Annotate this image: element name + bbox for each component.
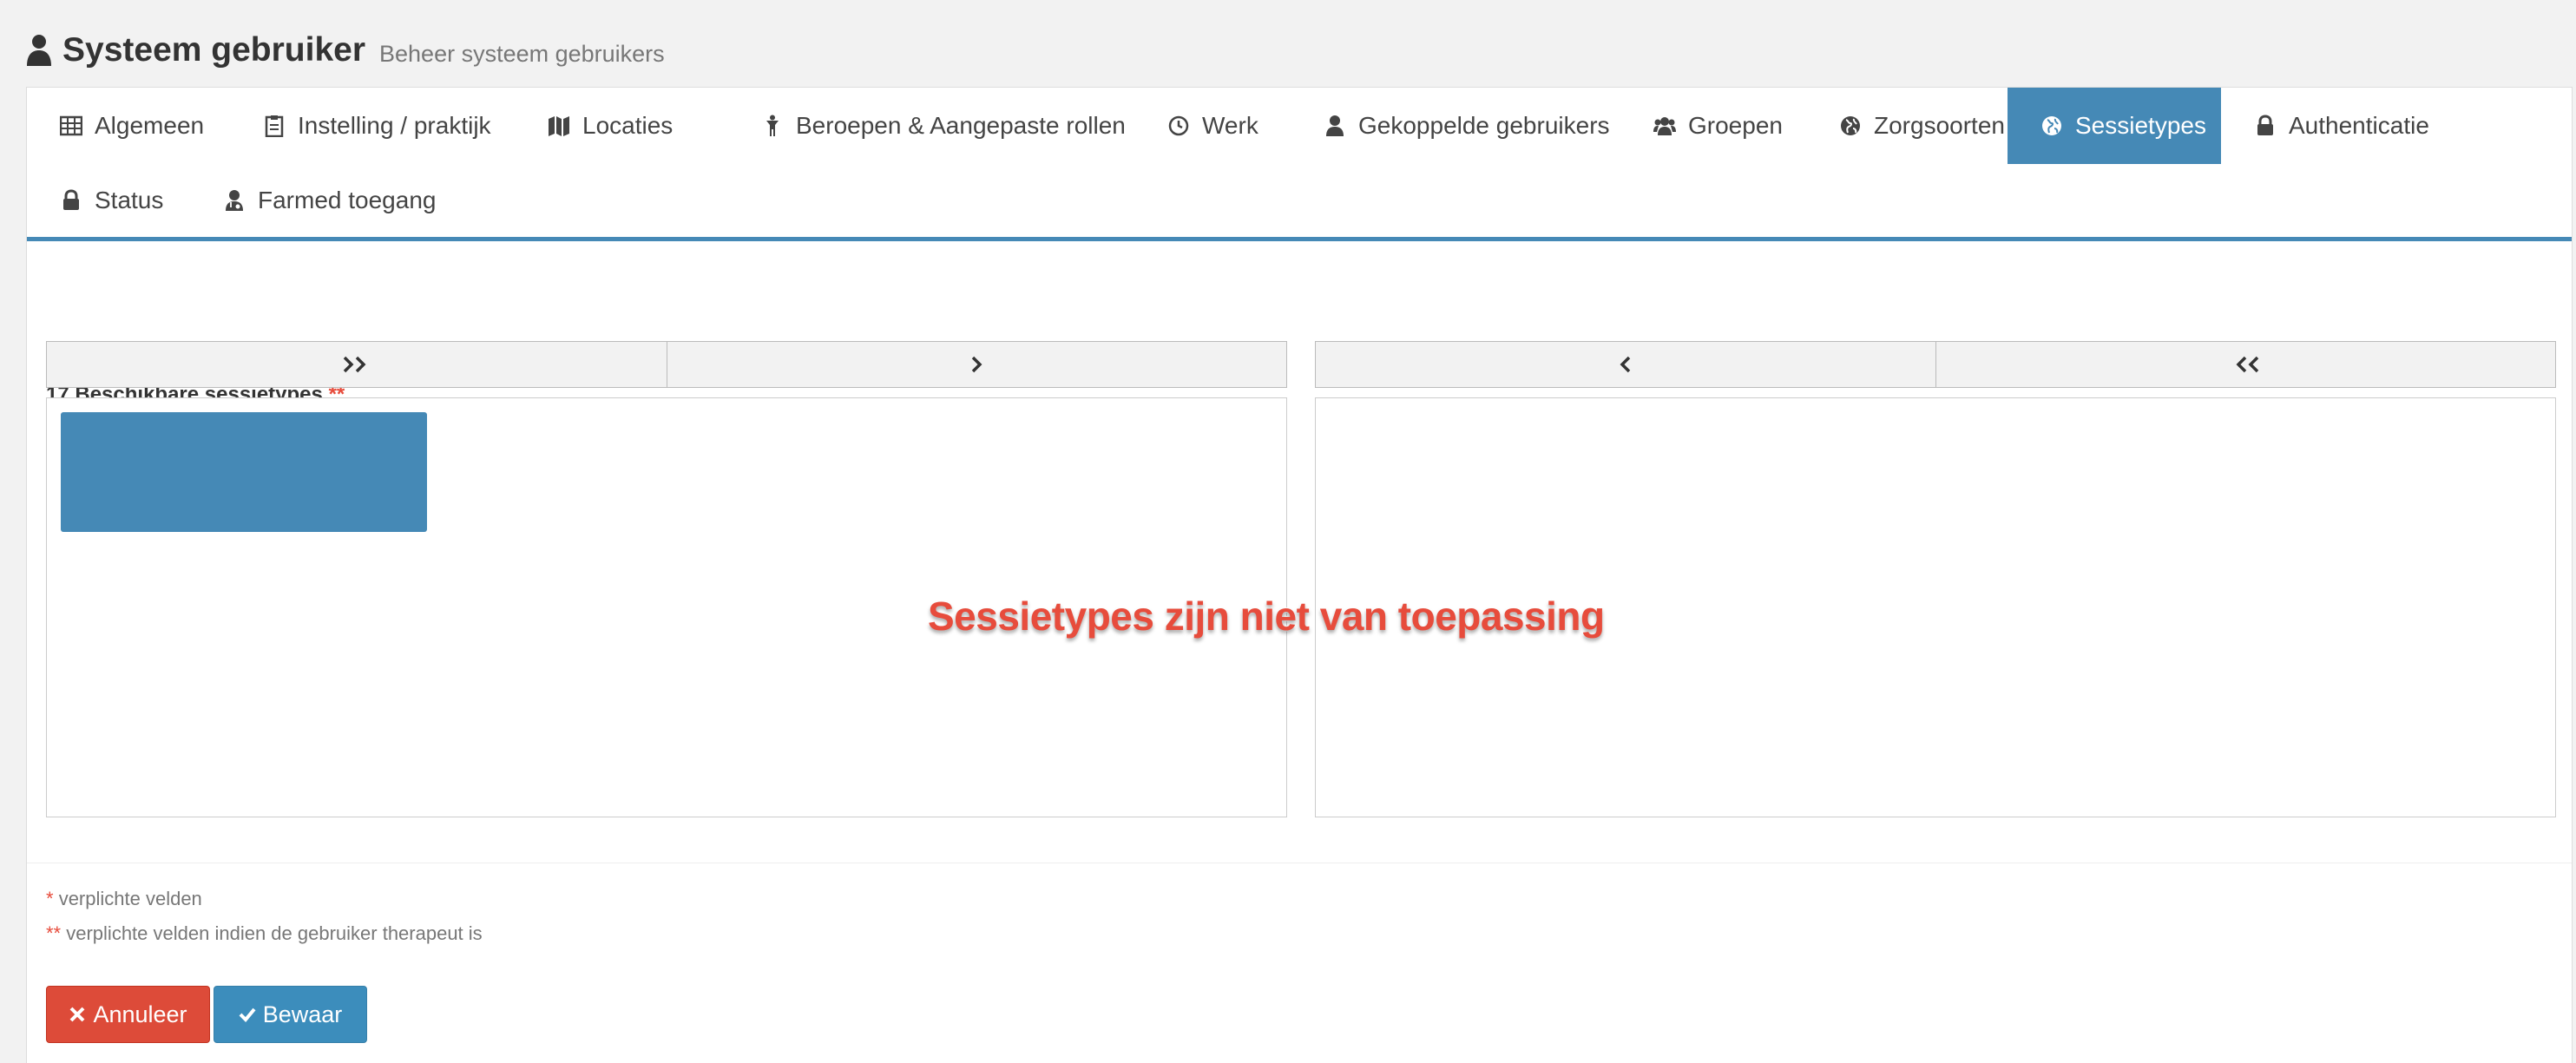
move-selected-left-button[interactable] <box>1316 342 1935 387</box>
tab-beroepen[interactable]: Beroepen & Aangepaste rollen <box>728 88 1159 164</box>
clock-icon <box>1168 115 1189 136</box>
tab-status[interactable]: Status <box>27 162 196 239</box>
lock-icon <box>63 189 79 210</box>
selected-move-buttons <box>1315 341 2556 388</box>
check-icon <box>239 1007 256 1022</box>
list-item[interactable] <box>61 412 427 532</box>
page-subtitle: Beheer systeem gebruikers <box>379 40 665 67</box>
move-selected-right-button[interactable] <box>666 342 1287 387</box>
content-panel: Algemeen Instelling / praktijk Locaties … <box>26 87 2573 1063</box>
therapist-required-note: ** verplichte velden indien de gebruiker… <box>46 922 483 944</box>
page-title: Systeem gebruiker <box>62 31 366 69</box>
tab-zorgsoorten[interactable]: Zorgsoorten <box>1806 88 2038 164</box>
tab-instelling-praktijk[interactable]: Instelling / praktijk <box>230 88 524 164</box>
save-button[interactable]: Bewaar <box>214 986 367 1043</box>
tab-label: Algemeen <box>95 112 205 139</box>
tab-locaties[interactable]: Locaties <box>515 88 706 164</box>
move-all-left-button[interactable] <box>1935 342 2556 387</box>
not-applicable-message: Sessietypes zijn niet van toepassing <box>927 593 1606 640</box>
map-icon <box>549 116 569 136</box>
tab-groepen[interactable]: Groepen <box>1620 88 1816 164</box>
tab-sessietypes[interactable]: Sessietypes <box>2008 88 2221 164</box>
globe-icon <box>2042 116 2061 135</box>
tab-label: Instelling / praktijk <box>298 112 491 139</box>
page-header: Systeem gebruiker Beheer systeem gebruik… <box>26 24 665 76</box>
tab-label: Authenticatie <box>2289 112 2429 139</box>
cancel-button[interactable]: Annuleer <box>46 986 210 1043</box>
tab-label: Beroepen & Aangepaste rollen <box>796 112 1126 139</box>
double-chevron-right-icon <box>343 356 366 373</box>
users-icon <box>1653 117 1676 135</box>
close-icon <box>70 1007 85 1022</box>
globe-icon <box>1841 116 1860 135</box>
tab-algemeen[interactable]: Algemeen <box>27 88 237 164</box>
tab-label: Farmed toegang <box>258 187 437 213</box>
tab-label: Groepen <box>1688 112 1783 139</box>
tab-label: Locaties <box>582 112 674 139</box>
tab-authenticatie[interactable]: Authenticatie <box>2221 88 2462 164</box>
table-icon <box>60 115 82 136</box>
tab-label: Werk <box>1202 112 1258 139</box>
tab-werk[interactable]: Werk <box>1134 88 1291 164</box>
tab-farmed-toegang[interactable]: Farmed toegang <box>190 162 469 239</box>
available-move-buttons <box>46 341 1287 388</box>
tab-bar: Algemeen Instelling / praktijk Locaties … <box>27 88 2572 239</box>
required-fields-note: * verplichte velden <box>46 888 202 909</box>
tab-underline <box>27 237 2572 241</box>
double-chevron-left-icon <box>2236 356 2259 373</box>
chevron-left-icon <box>1620 356 1630 373</box>
tab-label: Sessietypes <box>2075 112 2206 139</box>
tab-gekoppelde-gebruikers[interactable]: Gekoppelde gebruikers <box>1291 88 1643 164</box>
person-icon <box>766 115 779 136</box>
user-icon <box>27 35 51 66</box>
lock-icon <box>2257 115 2273 135</box>
user-md-icon <box>226 190 243 211</box>
move-all-right-button[interactable] <box>47 342 667 387</box>
user-icon <box>1326 115 1344 136</box>
chevron-right-icon <box>972 356 982 373</box>
clipboard-icon <box>265 115 284 137</box>
tab-label: Gekoppelde gebruikers <box>1358 112 1610 139</box>
tab-label: Status <box>95 187 164 213</box>
tab-label: Zorgsoorten <box>1874 112 2005 139</box>
